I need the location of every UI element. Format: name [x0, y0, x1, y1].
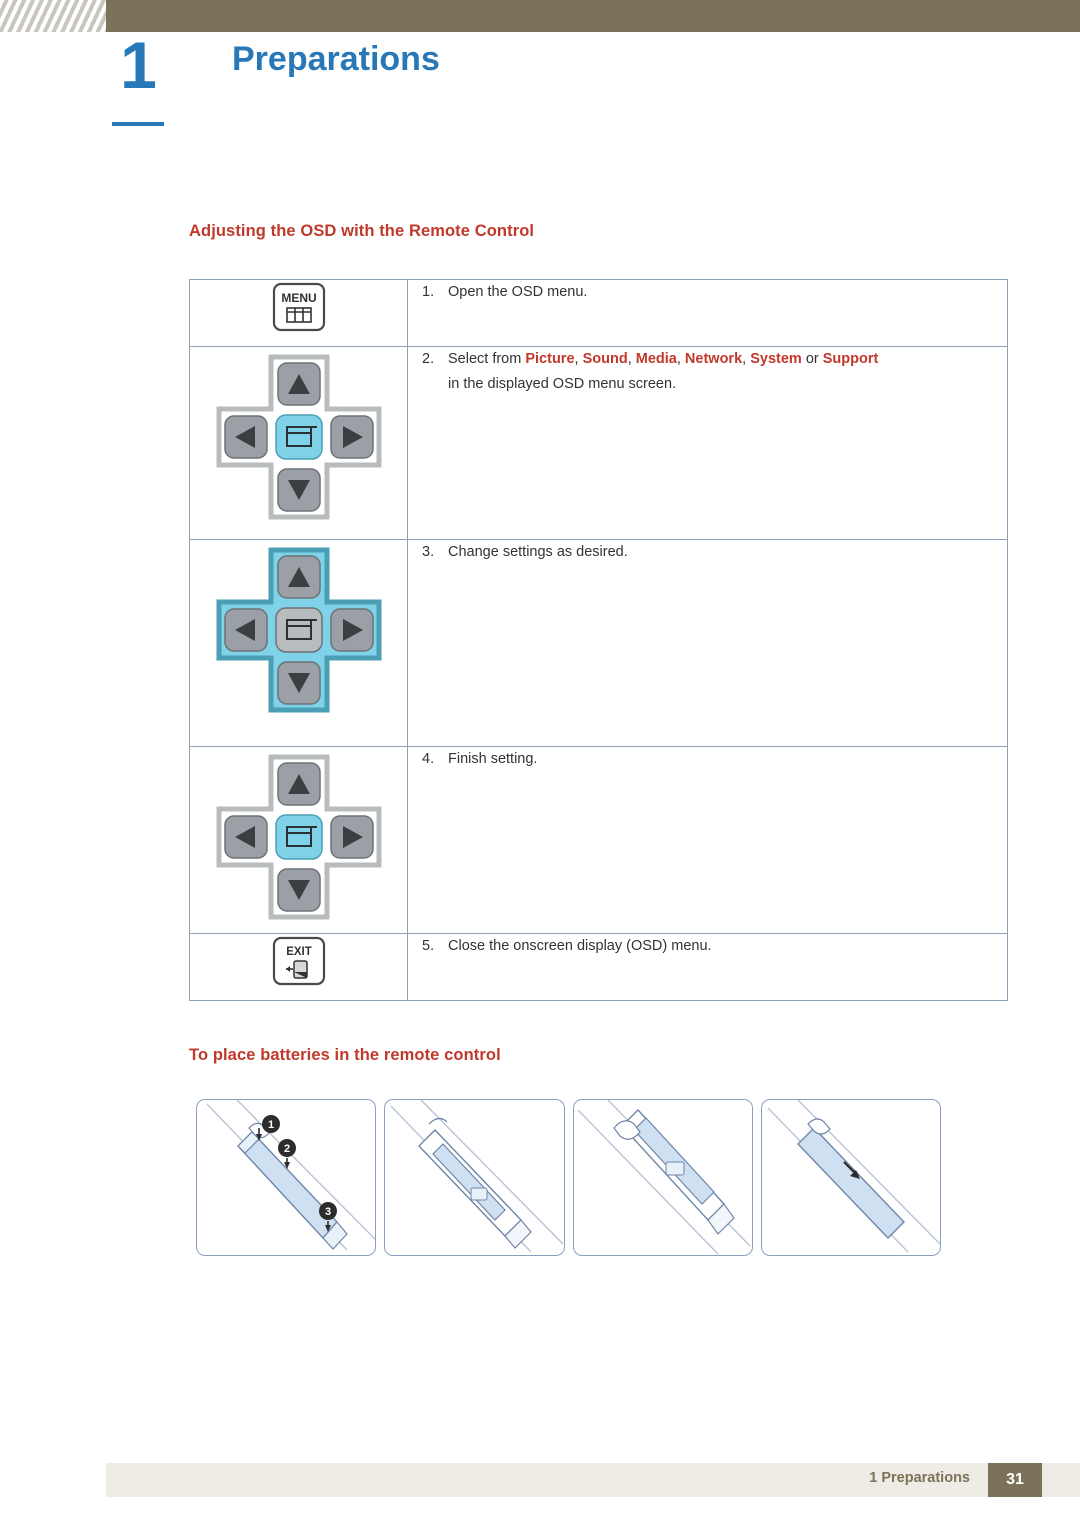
svg-text:3: 3	[325, 1206, 331, 1218]
table-row: EXIT 5. Close the onscreen display (OSD) …	[189, 933, 1008, 1001]
step-number: 4.	[422, 751, 435, 767]
step-text: Close the onscreen display (OSD) menu.	[448, 938, 712, 954]
battery-step-4-illustration	[767, 1100, 940, 1253]
header-hatch-decoration	[0, 0, 106, 32]
page-header: 1 Preparations	[0, 0, 1080, 155]
battery-step-3-illustration	[576, 1100, 751, 1255]
menu-button-icon: MENU	[189, 279, 408, 347]
svg-text:MENU: MENU	[281, 291, 316, 305]
exit-button-glyph: EXIT	[272, 936, 325, 986]
battery-illustration-row: 1 2 3	[196, 1099, 941, 1256]
osd-instructions-table: MENU 1. Open the OSD menu. 2. Select fro…	[189, 279, 1008, 1001]
svg-text:2: 2	[284, 1143, 290, 1155]
table-row: MENU 1. Open the OSD menu.	[189, 279, 1008, 347]
keyword-system: System	[750, 351, 802, 367]
step-text: Open the OSD menu.	[448, 284, 588, 300]
table-cell-text: 4. Finish setting.	[407, 746, 1008, 934]
battery-step-4	[760, 1099, 941, 1256]
table-cell-text: 3. Change settings as desired.	[407, 539, 1008, 747]
section-title-battery: To place batteries in the remote control	[189, 1046, 501, 1064]
svg-text:1: 1	[268, 1119, 274, 1131]
table-row: 2. Select from Picture, Sound, Media, Net…	[189, 346, 1008, 540]
page-footer: 1 Preparations 31	[0, 1463, 1080, 1503]
battery-step-2	[384, 1099, 565, 1256]
table-cell-text: 2. Select from Picture, Sound, Media, Net…	[407, 346, 1008, 540]
battery-step-1-illustration: 1 2 3	[206, 1100, 376, 1251]
battery-step-1: 1 2 3	[196, 1099, 377, 1256]
table-cell-text: 5. Close the onscreen display (OSD) menu.	[407, 933, 1008, 1001]
svg-text:EXIT: EXIT	[286, 946, 312, 958]
dpad-glyph-center	[216, 354, 381, 520]
dpad-center-only-highlight-icon	[189, 746, 408, 934]
battery-step-2-illustration	[390, 1100, 564, 1253]
step-text-prefix: Select from	[448, 351, 526, 367]
keyword-media: Media	[635, 351, 677, 367]
section-title-osd: Adjusting the OSD with the Remote Contro…	[189, 222, 535, 240]
step-text: Finish setting.	[448, 751, 538, 767]
table-cell-text: 1. Open the OSD menu.	[407, 279, 1008, 347]
dpad-center-highlight-icon	[189, 346, 408, 540]
exit-button-icon: EXIT	[189, 933, 408, 1001]
step-text: Change settings as desired.	[448, 544, 628, 560]
keyword-support: Support	[822, 351, 879, 367]
battery-step-3	[572, 1099, 753, 1256]
keyword-picture: Picture	[525, 351, 575, 367]
step-number: 3.	[422, 544, 435, 560]
footer-label: 1 Preparations	[869, 1470, 970, 1486]
table-row: 4. Finish setting.	[189, 746, 1008, 934]
step-text-or: or	[801, 351, 823, 367]
menu-button-glyph: MENU	[272, 282, 325, 332]
dpad-glyph-enter	[216, 754, 381, 920]
dpad-glyph-all	[216, 547, 381, 713]
chapter-number: 1	[120, 28, 157, 102]
step-number: 1.	[422, 284, 435, 300]
step-text-line2: in the displayed OSD menu screen.	[448, 375, 677, 392]
step-number: 2.	[422, 351, 435, 367]
keyword-network: Network	[684, 351, 743, 367]
keyword-sound: Sound	[582, 351, 628, 367]
page-title: Preparations	[232, 40, 440, 78]
table-row: 3. Change settings as desired.	[189, 539, 1008, 747]
footer-page-number: 31	[988, 1463, 1042, 1497]
chapter-underline	[112, 122, 164, 126]
dpad-all-highlight-icon	[189, 539, 408, 747]
step-number: 5.	[422, 938, 435, 954]
